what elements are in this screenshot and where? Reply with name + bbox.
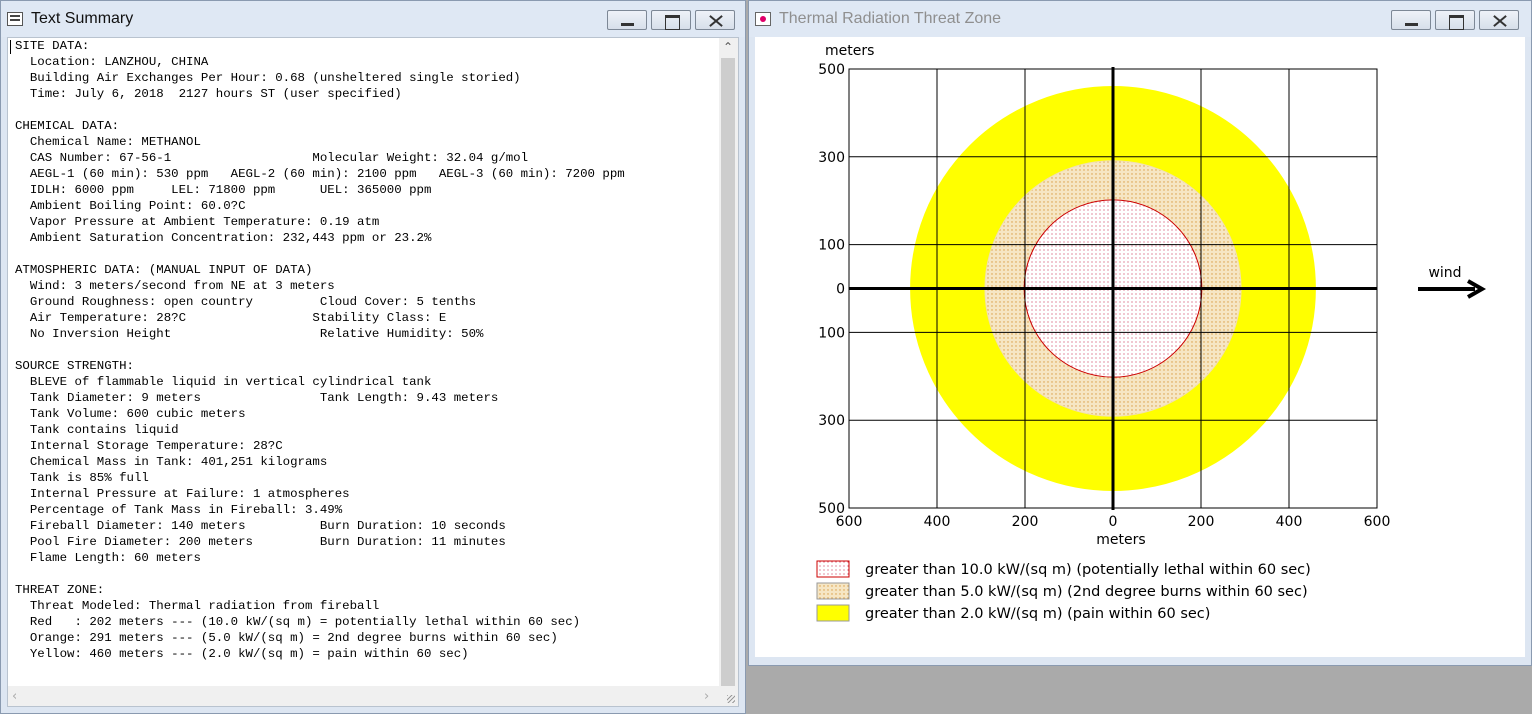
summary-line: SITE DATA: (15, 39, 90, 53)
maximize-button[interactable] (651, 10, 691, 30)
y-axis-label: meters (825, 43, 874, 59)
resize-grip-icon[interactable] (719, 686, 738, 706)
minimize-button[interactable] (1391, 10, 1431, 30)
summary-line: Ambient Saturation Concentration: 232,44… (15, 231, 432, 245)
threat-zone-chart: 600 400 200 0 200 400 6005003001000100300500 m… (816, 43, 1487, 622)
summary-line (15, 566, 719, 582)
y-tick-label: 100 (818, 238, 845, 254)
summary-line: ATMOSPHERIC DATA: (MANUAL INPUT OF DATA) (15, 263, 313, 277)
summary-line: AEGL-1 (60 min): 530 ppm AEGL-2 (60 min)… (15, 167, 625, 181)
x-tick-label: 400 (1276, 514, 1303, 530)
threat-zone-window[interactable]: Thermal Radiation Threat Zone 600 400 200 0… (748, 0, 1532, 666)
x-axis-label: meters (1096, 532, 1145, 548)
summary-line (15, 102, 719, 118)
summary-line: BLEVE of flammable liquid in vertical cy… (15, 375, 432, 389)
summary-line: Yellow: 460 meters --- (2.0 kW/(sq m) = … (15, 647, 469, 661)
text-summary-titlebar[interactable]: Text Summary (1, 1, 745, 37)
summary-line: Internal Storage Temperature: 28?C (15, 439, 283, 453)
summary-line: Building Air Exchanges Per Hour: 0.68 (u… (15, 71, 521, 85)
window-title: Thermal Radiation Threat Zone (779, 10, 1002, 27)
summary-line: Location: LANZHOU, CHINA (15, 55, 209, 69)
summary-line: Air Temperature: 28?C Stability Class: E (15, 311, 447, 325)
text-caret (10, 40, 11, 54)
threat-zone-plot-area: 600 400 200 0 200 400 600 500 300 100 0 100 300 500 m… (755, 37, 1525, 657)
summary-line: Tank is 85% full (15, 471, 149, 485)
summary-line: CHEMICAL DATA: (15, 119, 120, 133)
close-button[interactable] (1479, 10, 1519, 30)
vertical-scroll-thumb[interactable] (721, 58, 735, 686)
y-tick-label: 500 (818, 501, 845, 517)
threat-window-icon (755, 12, 771, 26)
wind-indicator: wind (1418, 265, 1487, 299)
y-tick-label: 300 (818, 150, 845, 166)
summary-line (15, 342, 719, 358)
summary-line: Ambient Boiling Point: 60.0?C (15, 199, 246, 213)
x-tick-label: 200 (1012, 514, 1039, 530)
summary-line: Ground Roughness: open country Cloud Cov… (15, 295, 477, 309)
summary-line: Chemical Mass in Tank: 401,251 kilograms (15, 455, 328, 469)
summary-line: CAS Number: 67-56-1 Molecular Weight: 32… (15, 151, 529, 165)
minimize-button[interactable] (607, 10, 647, 30)
legend-label: greater than 10.0 kW/(sq m) (potentially… (865, 562, 1311, 578)
legend-swatch (816, 582, 850, 600)
summary-line: Pool Fire Diameter: 200 meters Burn Dura… (15, 535, 506, 549)
summary-line: Time: July 6, 2018 2127 hours ST (user s… (15, 87, 402, 101)
y-tick-label: 300 (818, 413, 845, 429)
summary-line: Tank Diameter: 9 meters Tank Length: 9.4… (15, 391, 499, 405)
maximize-button[interactable] (1435, 10, 1475, 30)
summary-text[interactable]: SITE DATA: Location: LANZHOU, CHINA Buil… (15, 38, 719, 686)
summary-line: Tank Volume: 600 cubic meters (15, 407, 246, 421)
summary-line: Red : 202 meters --- (10.0 kW/(sq m) = p… (15, 615, 581, 629)
horizontal-scrollbar[interactable]: ‹ › (8, 686, 721, 706)
window-title: Text Summary (31, 10, 134, 27)
summary-line: Internal Pressure at Failure: 1 atmosphe… (15, 487, 350, 501)
vertical-scrollbar[interactable]: ⌃ ⌄ (719, 38, 738, 693)
legend-swatch (816, 604, 850, 622)
wind-label: wind (1428, 265, 1461, 281)
y-tick-label: 0 (836, 282, 845, 298)
close-button[interactable] (695, 10, 735, 30)
text-summary-window[interactable]: Text Summary SITE DATA: Location: LANZHO… (0, 0, 746, 714)
summary-line: Wind: 3 meters/second from NE at 3 meter… (15, 279, 335, 293)
summary-line: Percentage of Tank Mass in Fireball: 3.4… (15, 503, 343, 517)
legend-swatch (816, 560, 850, 578)
summary-line: Vapor Pressure at Ambient Temperature: 0… (15, 215, 380, 229)
x-tick-label: 0 (1109, 514, 1118, 530)
y-tick-label: 100 (818, 325, 845, 341)
x-tick-label: 200 (1188, 514, 1215, 530)
summary-line: Chemical Name: METHANOL (15, 135, 201, 149)
summary-line: Orange: 291 meters --- (5.0 kW/(sq m) = … (15, 631, 558, 645)
summary-line: No Inversion Height Relative Humidity: 5… (15, 327, 484, 341)
summary-line: SOURCE STRENGTH: (15, 359, 134, 373)
text-window-icon (7, 12, 23, 26)
x-tick-label: 400 (924, 514, 951, 530)
scroll-right-icon[interactable]: › (704, 689, 709, 704)
legend-label: greater than 2.0 kW/(sq m) (pain within … (865, 606, 1210, 622)
summary-line: THREAT ZONE: (15, 583, 105, 597)
legend-label: greater than 5.0 kW/(sq m) (2nd degree b… (865, 584, 1308, 600)
y-tick-label: 500 (818, 62, 845, 78)
summary-line: Threat Modeled: Thermal radiation from f… (15, 599, 380, 613)
summary-line: IDLH: 6000 ppm LEL: 71800 ppm UEL: 36500… (15, 183, 432, 197)
summary-line: Fireball Diameter: 140 meters Burn Durat… (15, 519, 506, 533)
threat-zone-titlebar[interactable]: Thermal Radiation Threat Zone (749, 1, 1531, 37)
summary-line (15, 246, 719, 262)
scroll-left-icon[interactable]: ‹ (12, 689, 17, 704)
summary-line: Tank contains liquid (15, 423, 179, 437)
x-tick-label: 600 (1364, 514, 1391, 530)
text-summary-area[interactable]: SITE DATA: Location: LANZHOU, CHINA Buil… (7, 37, 739, 707)
summary-line: Flame Length: 60 meters (15, 551, 201, 565)
scroll-up-icon[interactable]: ⌃ (723, 41, 733, 53)
